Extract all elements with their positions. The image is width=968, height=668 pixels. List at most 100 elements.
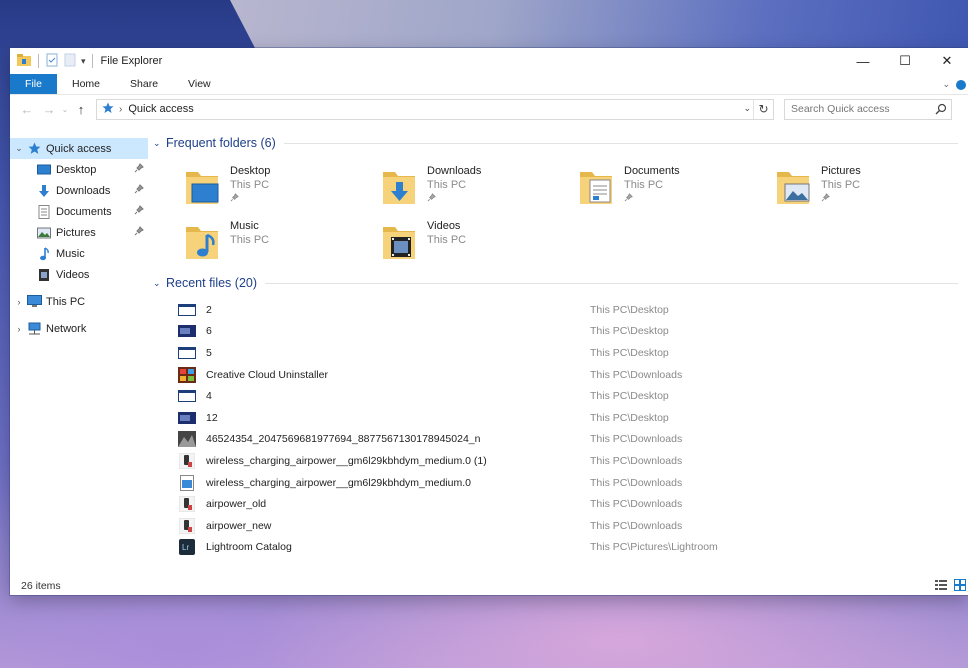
pin-icon: [821, 193, 861, 205]
close-button[interactable]: ✕: [926, 48, 968, 74]
search-input[interactable]: Search Quick access: [784, 98, 952, 120]
downloads-folder-icon: [377, 164, 421, 208]
recent-file-row[interactable]: Creative Cloud Uninstaller This PC\Downlo…: [148, 364, 968, 386]
pin-icon: [134, 184, 144, 197]
folder-location: This PC: [230, 234, 270, 246]
collapse-chevron-icon[interactable]: ⌄: [153, 278, 165, 289]
file-path: This PC\Downloads: [590, 519, 683, 532]
nav-network[interactable]: › Network: [10, 318, 148, 339]
screenshot-light-icon: [178, 388, 196, 404]
file-path: This PC\Downloads: [590, 476, 683, 489]
folder-location: This PC: [821, 179, 861, 191]
file-name: airpower_new: [206, 519, 272, 532]
pictures-folder-icon: [771, 164, 815, 208]
folder-tile-pictures[interactable]: Pictures This PC: [739, 164, 929, 212]
properties-icon[interactable]: [45, 53, 59, 70]
explorer-folder-icon: [16, 53, 32, 70]
ribbon-tabs: File Home Share View ⌄: [10, 74, 968, 95]
pin-icon: [134, 163, 144, 176]
folder-name: Pictures: [821, 165, 861, 177]
screenshot-dark-icon: [178, 323, 196, 339]
file-path: This PC\Downloads: [590, 498, 683, 511]
folder-tile-videos[interactable]: Videos This PC: [345, 219, 535, 267]
photo-icon: [178, 431, 196, 448]
expand-chevron-icon[interactable]: ⌄: [12, 143, 26, 154]
back-button[interactable]: ←: [16, 102, 38, 117]
file-path: This PC\Desktop: [590, 390, 669, 403]
network-icon: [26, 322, 42, 336]
folder-name: Videos: [427, 220, 461, 232]
videos-icon: [36, 268, 52, 282]
file-name: 6: [206, 325, 212, 338]
file-name: Creative Cloud Uninstaller: [206, 368, 328, 381]
nav-item-documents[interactable]: Documents: [10, 201, 148, 222]
navigation-pane: ⌄ Quick access Desktop Downloads Documen…: [10, 132, 148, 577]
recent-file-row[interactable]: airpower_old This PC\Downloads: [148, 493, 968, 515]
frequent-folders-grid: Desktop This PC Downloads This PC Docume…: [148, 153, 968, 271]
nav-item-pictures[interactable]: Pictures: [10, 222, 148, 243]
recent-files-header[interactable]: ⌄ Recent files (20): [153, 273, 968, 293]
quick-access-star-icon: [26, 142, 42, 156]
nav-label: Quick access: [46, 142, 112, 155]
new-folder-icon[interactable]: [63, 53, 77, 70]
nav-item-music[interactable]: Music: [10, 243, 148, 264]
recent-file-row[interactable]: 12 This PC\Desktop: [148, 407, 968, 429]
tab-share[interactable]: Share: [115, 74, 173, 94]
desktop-folder-icon: [180, 164, 224, 208]
videos-folder-icon: [377, 219, 421, 263]
status-bar: 26 items: [10, 577, 968, 595]
expand-chevron-icon[interactable]: ›: [12, 297, 26, 307]
recent-file-row[interactable]: wireless_charging_airpower__gm6l29kbhdym…: [148, 472, 968, 494]
music-folder-icon: [180, 219, 224, 263]
recent-file-row[interactable]: 4 This PC\Desktop: [148, 385, 968, 407]
computer-icon: [26, 295, 42, 309]
pin-icon: [134, 226, 144, 239]
customize-toolbar-icon[interactable]: ▾: [81, 56, 86, 67]
tab-home[interactable]: Home: [57, 74, 115, 94]
content-pane: ⌄ Frequent folders (6) Desktop This PC D…: [148, 132, 968, 577]
tab-view[interactable]: View: [173, 74, 226, 94]
folder-tile-music[interactable]: Music This PC: [148, 219, 338, 267]
tab-file[interactable]: File: [10, 74, 57, 94]
frequent-folders-header[interactable]: ⌄ Frequent folders (6): [153, 133, 968, 153]
forward-button[interactable]: →: [38, 102, 60, 117]
recent-file-row[interactable]: 6 This PC\Desktop: [148, 321, 968, 343]
expand-ribbon-icon[interactable]: ⌄: [942, 79, 950, 90]
nav-this-pc[interactable]: › This PC: [10, 291, 148, 312]
maximize-button[interactable]: ☐: [884, 48, 926, 74]
recent-file-row[interactable]: wireless_charging_airpower__gm6l29kbhdym…: [148, 450, 968, 472]
screenshot-light-icon: [178, 302, 196, 318]
address-row: ← → ⌄ ↑ › Quick access ⌄ ↻ Search Quick …: [10, 95, 968, 123]
folder-tile-downloads[interactable]: Downloads This PC: [345, 164, 535, 212]
address-dropdown-icon[interactable]: ⌄: [743, 103, 751, 114]
folder-tile-documents[interactable]: Documents This PC: [542, 164, 732, 212]
details-view-icon[interactable]: [934, 579, 948, 594]
title-bar: ▾ File Explorer — ☐ ✕: [10, 48, 968, 74]
nav-label: Documents: [56, 205, 112, 218]
recent-file-row[interactable]: 5 This PC\Desktop: [148, 342, 968, 364]
address-bar[interactable]: › Quick access ⌄ ↻: [96, 98, 774, 120]
minimize-button[interactable]: —: [842, 48, 884, 74]
recent-file-row[interactable]: 46524354_2047569681977694_88775671301789…: [148, 429, 968, 451]
nav-item-desktop[interactable]: Desktop: [10, 159, 148, 180]
expand-chevron-icon[interactable]: ›: [12, 324, 26, 334]
search-icon[interactable]: [935, 103, 947, 118]
large-icons-view-icon[interactable]: [954, 579, 966, 594]
breadcrumb-chevron-icon[interactable]: ›: [119, 104, 122, 115]
recent-file-row[interactable]: airpower_new This PC\Downloads: [148, 515, 968, 537]
nav-item-downloads[interactable]: Downloads: [10, 180, 148, 201]
collapse-chevron-icon[interactable]: ⌄: [153, 138, 165, 149]
nav-quick-access[interactable]: ⌄ Quick access: [10, 138, 148, 159]
recent-file-row[interactable]: Lr Lightroom Catalog This PC\Pictures\Ligh…: [148, 537, 968, 559]
refresh-button[interactable]: ↻: [753, 99, 773, 119]
recent-files-list: 2 This PC\Desktop 6 This PC\Desktop 5 This PC…: [148, 299, 968, 558]
folder-tile-desktop[interactable]: Desktop This PC: [148, 164, 338, 212]
breadcrumb[interactable]: Quick access: [128, 103, 193, 115]
recent-locations-button[interactable]: ⌄: [60, 105, 70, 114]
file-path: This PC\Desktop: [590, 303, 669, 316]
help-icon[interactable]: [956, 79, 966, 90]
recent-file-row[interactable]: 2 This PC\Desktop: [148, 299, 968, 321]
up-button[interactable]: ↑: [70, 102, 92, 117]
nav-item-videos[interactable]: Videos: [10, 264, 148, 285]
file-path: This PC\Downloads: [590, 454, 683, 467]
